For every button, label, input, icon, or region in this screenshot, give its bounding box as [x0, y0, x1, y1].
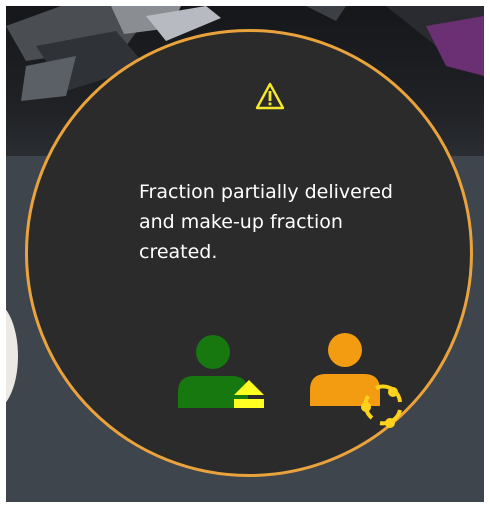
- patient-eject-icon: [178, 335, 264, 408]
- patient-cycle-icon: [310, 333, 402, 428]
- alert-message: Fraction partially delivered and make-up…: [139, 181, 393, 263]
- screen-frame: Fraction partially delivered and make-up…: [6, 6, 484, 502]
- warning-triangle-icon: [255, 82, 285, 110]
- alert-dialog: Fraction partially delivered and make-up…: [25, 29, 473, 477]
